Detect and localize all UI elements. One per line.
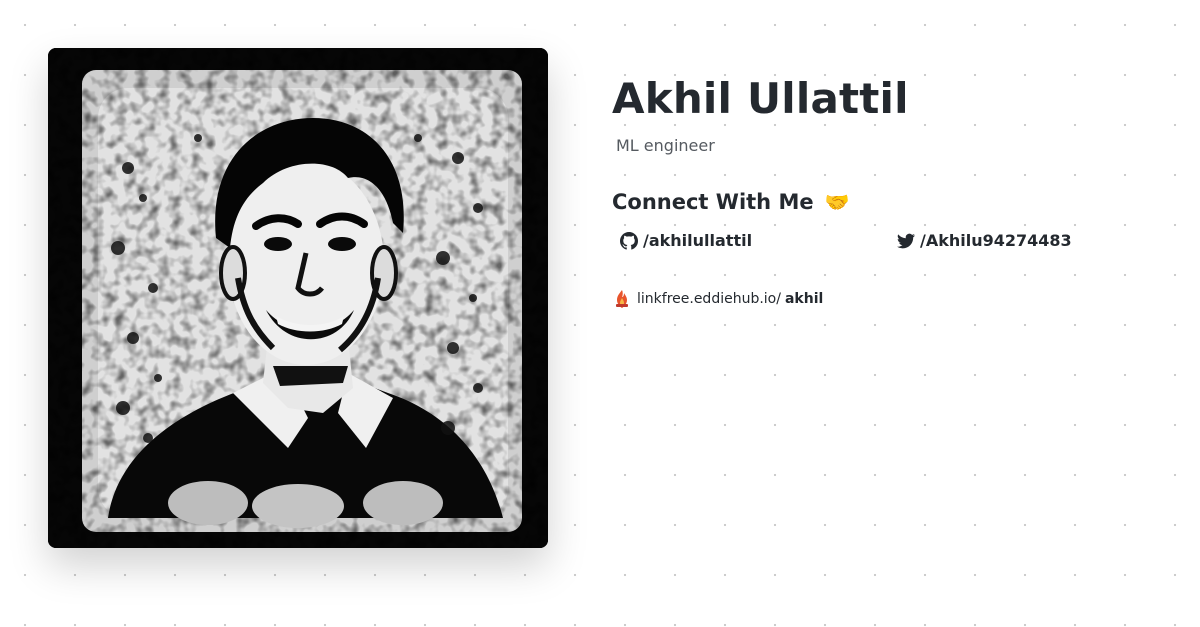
connect-heading-text: Connect With Me — [612, 190, 814, 214]
twitter-link[interactable]: /Akhilu94274483 — [897, 231, 1072, 250]
connect-heading: Connect With Me 🤝 — [612, 190, 850, 214]
github-icon — [620, 231, 638, 250]
avatar-image — [48, 48, 548, 548]
linkfree-username: akhil — [784, 291, 824, 307]
github-handle: /akhilullattil — [643, 231, 753, 250]
handshake-emoji: 🤝 — [824, 190, 850, 214]
twitter-icon — [897, 233, 915, 248]
twitter-handle: /Akhilu94274483 — [920, 231, 1072, 250]
github-link[interactable]: /akhilullattil — [620, 231, 752, 250]
profile-avatar — [48, 48, 548, 548]
profile-name: Akhil Ullattil — [612, 74, 909, 123]
profile-bio: ML engineer — [616, 136, 715, 155]
linkfree-logo-icon — [616, 290, 628, 308]
linkfree-domain: linkfree.eddiehub.io/ — [637, 291, 781, 307]
linkfree-profile-link[interactable]: linkfree.eddiehub.io/akhil — [613, 289, 823, 309]
